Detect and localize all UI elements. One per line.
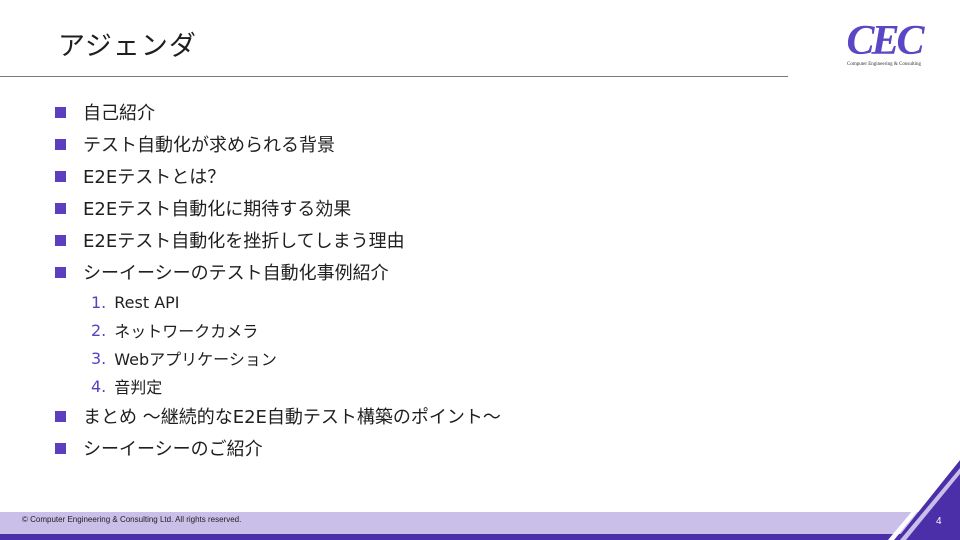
agenda-item: E2Eテスト自動化を挫折してしまう理由 bbox=[55, 224, 775, 256]
agenda-item: 自己紹介 bbox=[55, 96, 775, 128]
sub-item-label: ネットワークカメラ bbox=[114, 322, 259, 341]
agenda-item-label: E2Eテスト自動化を挫折してしまう理由 bbox=[83, 231, 405, 252]
sub-item-number: 4. bbox=[91, 376, 107, 396]
agenda-item-label: まとめ ～継続的なE2E自動テスト構築のポイント～ bbox=[83, 407, 501, 428]
agenda-list: 自己紹介 テスト自動化が求められる背景 E2Eテストとは？ E2Eテスト自動化に… bbox=[55, 96, 775, 464]
sub-item: 3. Webアプリケーション bbox=[55, 344, 775, 372]
sub-item: 1. Rest API bbox=[55, 288, 775, 316]
slide-title: アジェンダ bbox=[58, 31, 197, 62]
bullet-square-icon bbox=[55, 234, 66, 246]
sub-item: 4. 音判定 bbox=[55, 372, 775, 400]
agenda-item-label: E2Eテストとは？ bbox=[83, 167, 226, 188]
bullet-square-icon bbox=[55, 202, 66, 214]
footer-accent-line bbox=[0, 534, 960, 540]
bullet-square-icon bbox=[55, 410, 66, 422]
sub-item-number: 2. bbox=[91, 320, 107, 340]
agenda-item-label: テスト自動化が求められる背景 bbox=[83, 135, 335, 156]
agenda-item: シーイーシーのテスト自動化事例紹介 bbox=[55, 256, 775, 288]
agenda-item-label: E2Eテスト自動化に期待する効果 bbox=[83, 199, 352, 220]
title-divider bbox=[0, 76, 788, 77]
logo-tagline: Computer Engineering & Consulting bbox=[846, 62, 922, 67]
corner-stripe-decoration bbox=[888, 460, 960, 540]
bullet-square-icon bbox=[55, 266, 66, 278]
agenda-item: E2Eテストとは？ bbox=[55, 160, 775, 192]
page-number: 4 bbox=[936, 516, 942, 527]
logo-mark: CEC bbox=[846, 18, 924, 64]
sub-item-label: Webアプリケーション bbox=[114, 350, 277, 369]
agenda-item: E2Eテスト自動化に期待する効果 bbox=[55, 192, 775, 224]
agenda-item-label: シーイーシーのテスト自動化事例紹介 bbox=[83, 263, 389, 284]
bullet-square-icon bbox=[55, 442, 66, 454]
agenda-item-label: 自己紹介 bbox=[83, 103, 155, 124]
copyright-notice: © Computer Engineering & Consulting Ltd.… bbox=[22, 515, 242, 524]
agenda-item-label: シーイーシーのご紹介 bbox=[83, 439, 263, 460]
bullet-square-icon bbox=[55, 106, 66, 118]
bullet-square-icon bbox=[55, 170, 66, 182]
agenda-item: テスト自動化が求められる背景 bbox=[55, 128, 775, 160]
agenda-item: シーイーシーのご紹介 bbox=[55, 432, 775, 464]
bullet-square-icon bbox=[55, 138, 66, 150]
sub-item-label: Rest API bbox=[114, 292, 180, 312]
sub-item: 2. ネットワークカメラ bbox=[55, 316, 775, 344]
sub-item-number: 3. bbox=[91, 348, 107, 368]
agenda-item: まとめ ～継続的なE2E自動テスト構築のポイント～ bbox=[55, 400, 775, 432]
cec-logo: CEC Computer Engineering & Consulting bbox=[836, 20, 932, 72]
sub-item-number: 1. bbox=[91, 292, 107, 312]
sub-item-label: 音判定 bbox=[114, 378, 163, 397]
